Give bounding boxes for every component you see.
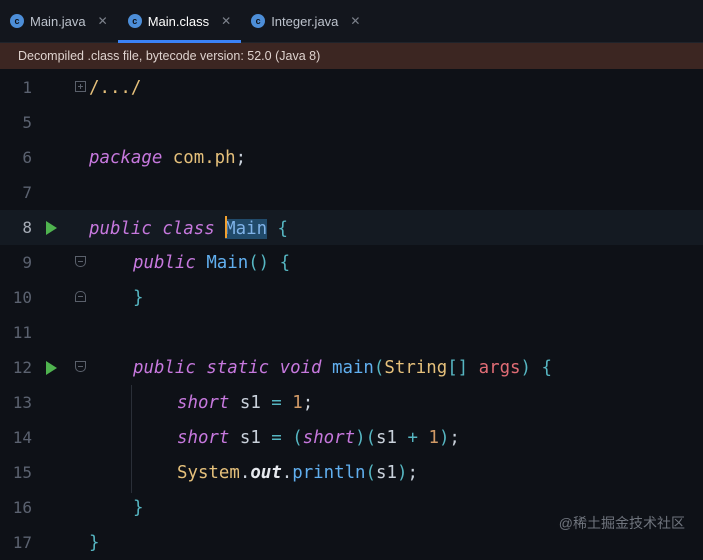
tab-label: Main.java xyxy=(30,13,86,29)
code-line-current[interactable]: 8 public class Main { xyxy=(0,210,703,245)
closing-brace: } xyxy=(133,498,144,518)
watermark: @稀土掘金技术社区 xyxy=(558,515,685,531)
keyword: public xyxy=(89,219,152,239)
keyword: class xyxy=(162,219,215,239)
java-class-icon: c xyxy=(10,14,24,28)
line-number: 10 xyxy=(12,288,32,307)
keyword: void xyxy=(279,358,322,378)
code-line[interactable]: 9 public Main() { xyxy=(0,245,703,280)
constructor-declaration: public Main() { xyxy=(133,253,291,273)
tab-integer-java[interactable]: c Integer.java ✕ xyxy=(241,0,370,42)
line-number: 8 xyxy=(22,218,32,237)
java-class-icon: c xyxy=(127,14,142,28)
close-icon[interactable]: ✕ xyxy=(98,14,108,28)
field-reference: out xyxy=(250,463,282,483)
line-number: 9 xyxy=(22,253,32,272)
fold-collapse-icon[interactable] xyxy=(75,256,86,267)
code-line[interactable]: 15 System.out.println(s1); xyxy=(0,455,703,490)
line-number: 11 xyxy=(12,323,32,342)
class-declaration: public class Main { xyxy=(89,216,288,240)
statement: System.out.println(s1); xyxy=(177,463,418,483)
code-line[interactable]: 1 /.../ xyxy=(0,70,703,105)
class-name: Main xyxy=(225,219,268,239)
folded-imports[interactable]: /.../ xyxy=(89,76,141,100)
line-number: 16 xyxy=(12,498,32,517)
package-name: com.ph xyxy=(172,148,236,168)
class-reference: System xyxy=(177,463,240,483)
closing-brace: } xyxy=(89,533,100,553)
constructor-name: Main xyxy=(206,253,249,273)
keyword: short xyxy=(177,393,230,413)
fold-collapse-icon[interactable] xyxy=(75,291,86,302)
variable: s1 xyxy=(239,393,261,413)
keyword: static xyxy=(206,358,270,378)
line-number: 6 xyxy=(22,148,32,167)
fold-collapse-icon[interactable] xyxy=(75,361,86,372)
method-name: main xyxy=(332,358,374,378)
variable: s1 xyxy=(239,428,261,448)
tab-main-class[interactable]: c Main.class ✕ xyxy=(117,0,242,43)
class-name-highlight[interactable]: Main xyxy=(225,216,268,239)
line-number: 17 xyxy=(12,533,32,552)
code-line[interactable]: 6 package com.ph; xyxy=(0,140,703,175)
fold-expand-icon[interactable] xyxy=(75,81,86,92)
code-line[interactable]: 11 xyxy=(0,315,703,350)
line-number: 14 xyxy=(12,428,32,447)
line-number: 5 xyxy=(22,113,32,132)
close-icon[interactable]: ✕ xyxy=(350,14,360,28)
line-number: 1 xyxy=(22,78,32,97)
number-literal: 1 xyxy=(292,393,303,413)
keyword: short xyxy=(302,428,356,448)
code-editor[interactable]: 1 /.../ 5 6 package com.ph; 7 8 public c… xyxy=(0,70,703,553)
code-line[interactable]: 5 xyxy=(0,105,703,140)
tab-main-java[interactable]: c Main.java ✕ xyxy=(0,0,118,42)
close-icon[interactable]: ✕ xyxy=(221,14,231,28)
line-number: 15 xyxy=(12,463,32,482)
keyword: public xyxy=(133,253,196,273)
keyword: package xyxy=(89,148,163,168)
code-line[interactable]: 13 short s1 = 1; xyxy=(0,385,703,420)
code-line[interactable]: 14 short s1 = (short)(s1 + 1); xyxy=(0,420,703,455)
line-number: 7 xyxy=(22,183,32,202)
line-number: 12 xyxy=(12,358,32,377)
line-number: 13 xyxy=(12,393,32,412)
code-line[interactable]: 12 public static void main(String[] args… xyxy=(0,350,703,385)
run-icon[interactable] xyxy=(46,221,57,235)
variable: s1 xyxy=(376,463,397,483)
code-line[interactable]: 10 } xyxy=(0,280,703,315)
statement: short s1 = (short)(s1 + 1); xyxy=(177,428,460,448)
main-method-declaration: public static void main(String[] args) { xyxy=(133,358,552,378)
tab-label: Main.class xyxy=(147,13,210,29)
tab-label: Integer.java xyxy=(271,13,339,29)
text-caret xyxy=(225,216,228,238)
type-name: String xyxy=(384,358,448,378)
code-line[interactable]: 7 xyxy=(0,175,703,210)
statement: short s1 = 1; xyxy=(177,393,314,413)
closing-brace: } xyxy=(133,288,144,308)
variable: s1 xyxy=(376,428,397,448)
number-literal: 1 xyxy=(428,428,439,448)
keyword: public xyxy=(133,358,196,378)
banner-text: Decompiled .class file, bytecode version… xyxy=(18,49,321,63)
package-statement: package com.ph; xyxy=(89,148,247,168)
editor-tab-bar: c Main.java ✕ c Main.class ✕ c Integer.j… xyxy=(0,0,703,43)
run-icon[interactable] xyxy=(46,361,57,375)
keyword: short xyxy=(177,428,230,448)
java-class-icon: c xyxy=(251,14,266,28)
decompiled-notice-banner: Decompiled .class file, bytecode version… xyxy=(0,43,703,69)
method-call: println xyxy=(292,463,366,483)
parameter-name: args xyxy=(478,358,521,378)
